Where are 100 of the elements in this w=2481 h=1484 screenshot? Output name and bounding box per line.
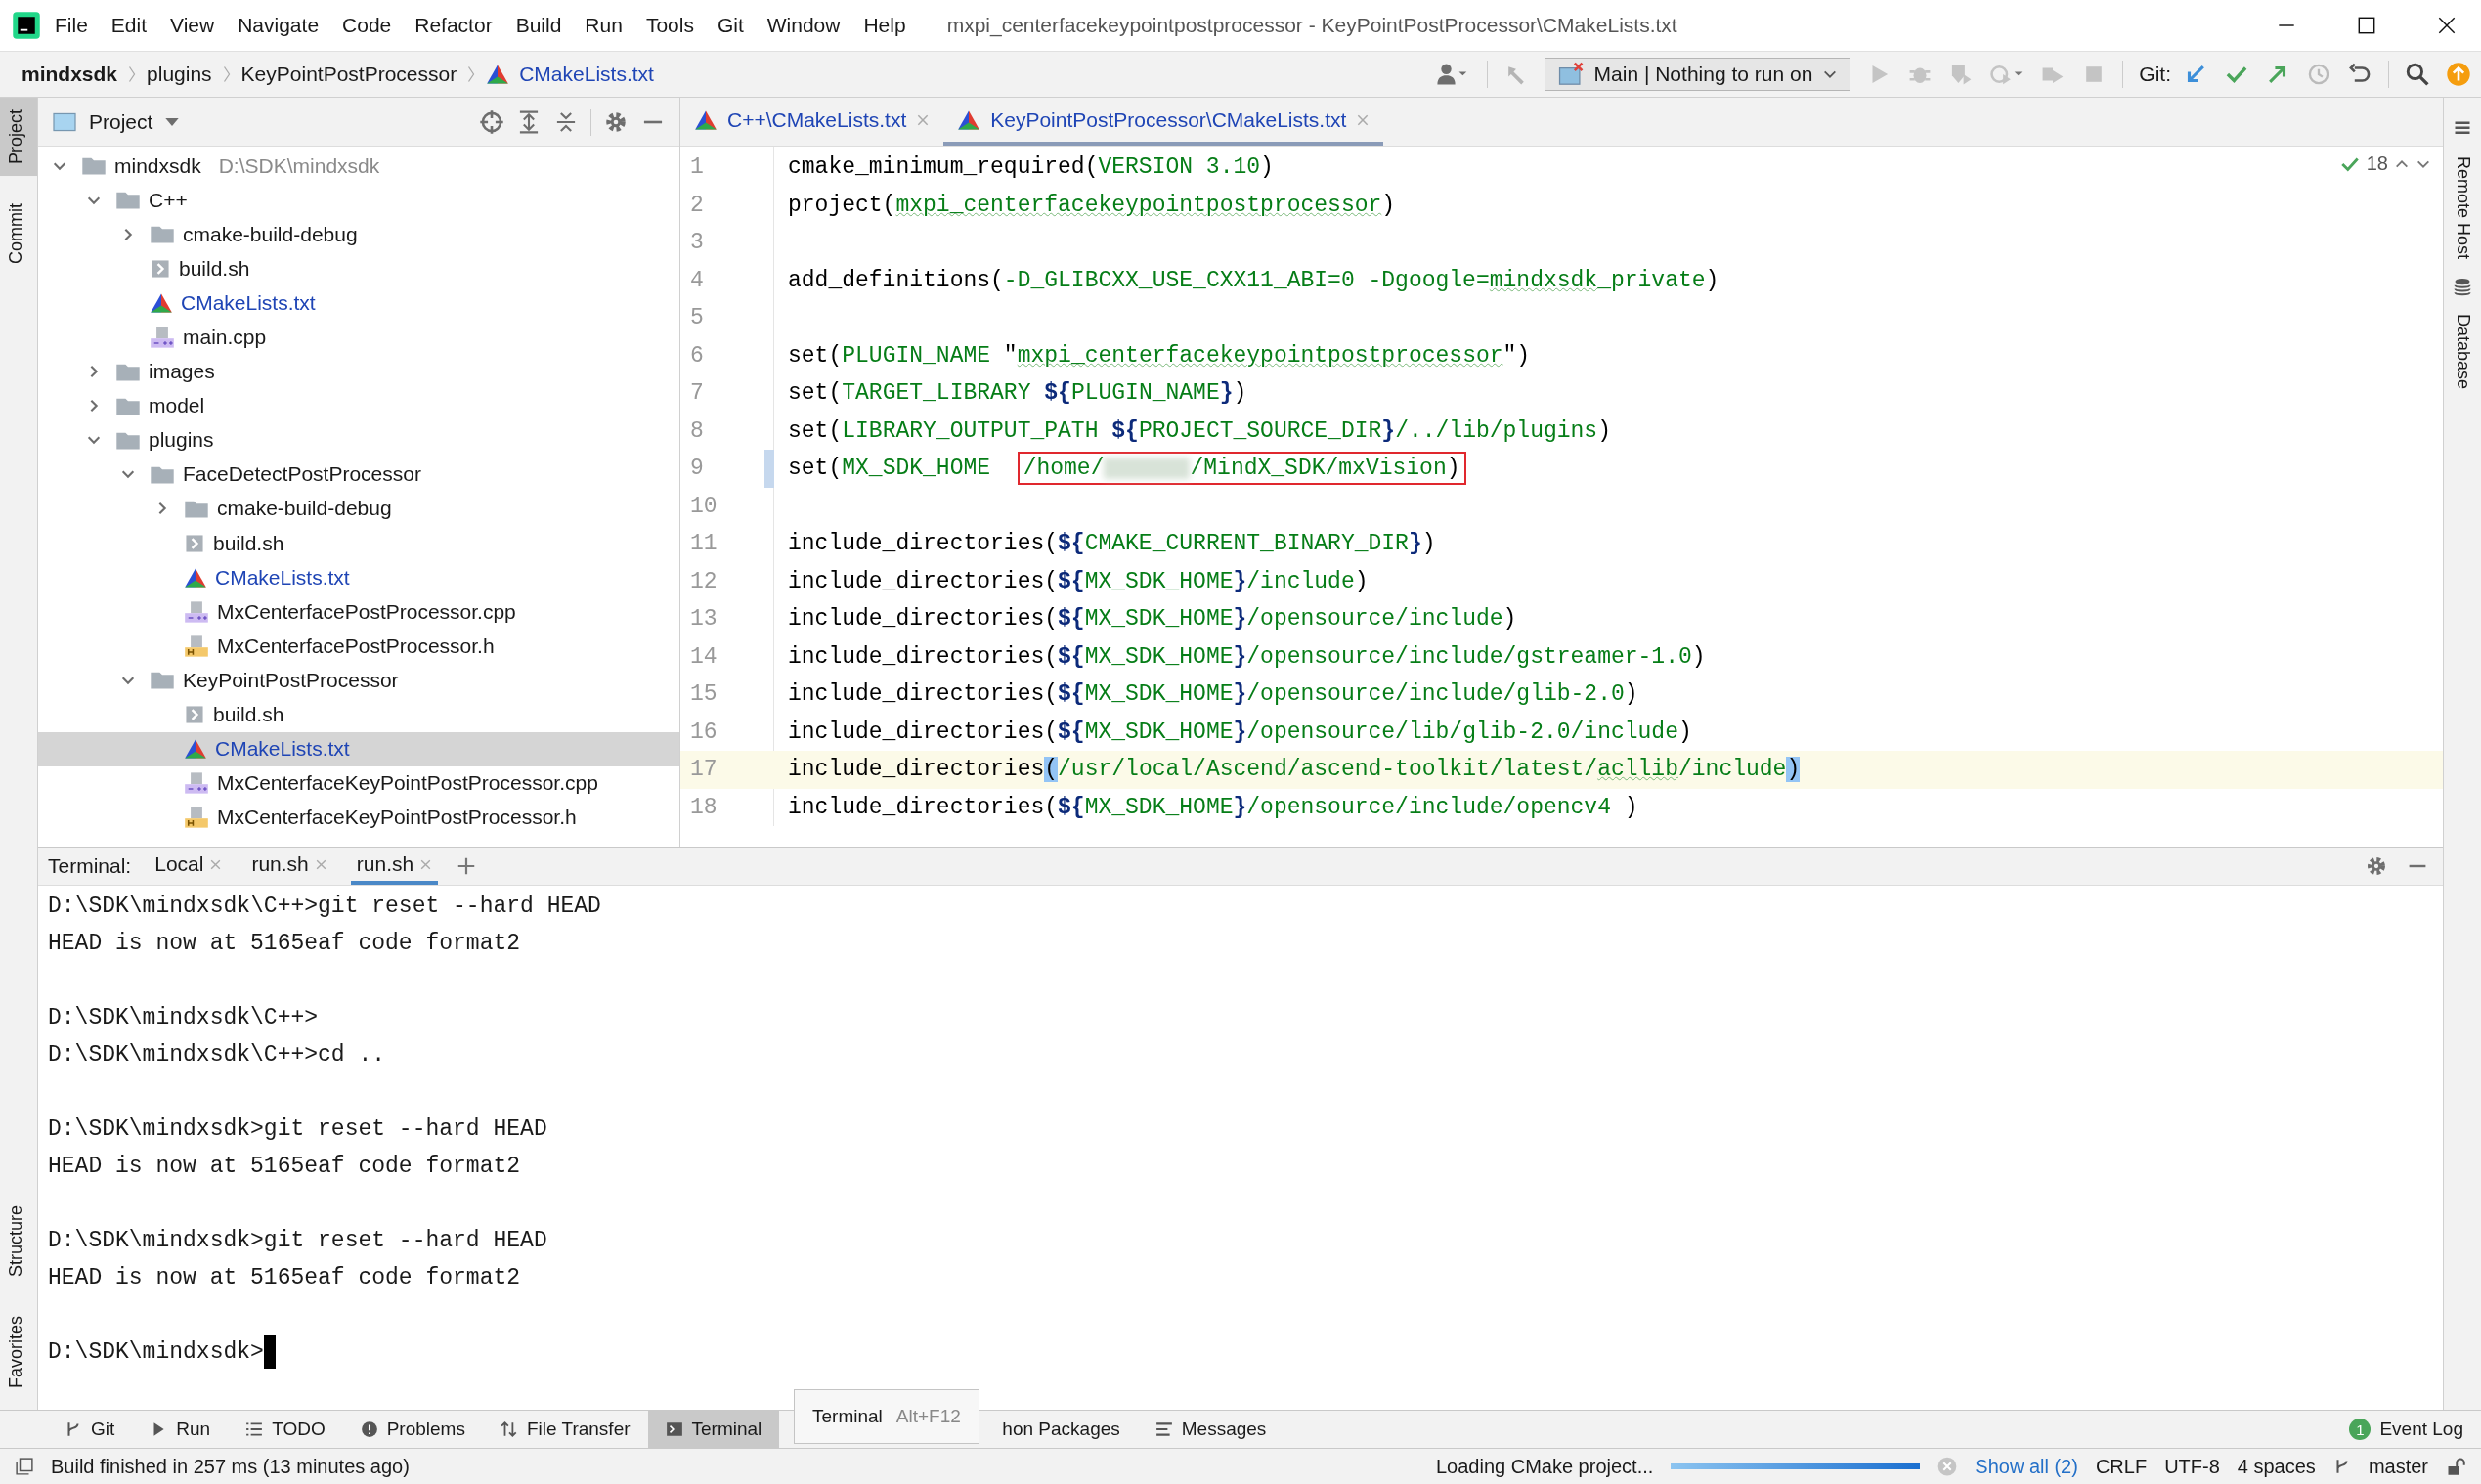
menu-item[interactable]: Code [342, 14, 392, 37]
git-label: Git: [2139, 63, 2171, 86]
code-token: ) [1677, 719, 1692, 745]
unlock-icon[interactable] [2446, 1457, 2465, 1476]
tool-window-tab[interactable]: Terminal [647, 1411, 780, 1448]
code-token: PLUGIN_NAME [842, 342, 992, 369]
maximize-icon[interactable] [2356, 15, 2377, 36]
breadcrumb[interactable]: KeyPointPostProcessor [240, 63, 457, 86]
indent-setting[interactable]: 4 spaces [2237, 1455, 2316, 1478]
menu-item[interactable]: Tools [645, 14, 694, 37]
close-icon[interactable] [2436, 15, 2458, 36]
tree-item[interactable]: model [38, 388, 679, 423]
tree-item[interactable]: build.sh [38, 526, 679, 561]
editor-tab[interactable]: C++\CMakeLists.txt [680, 98, 944, 146]
session-tab[interactable]: run.sh [245, 848, 333, 885]
tree-item[interactable]: MxCenterfaceKeyPointPostProcessor.cpp [38, 765, 679, 801]
line-number: 8 [689, 417, 705, 444]
tree-item[interactable]: MxCenterfacePostProcessor.cpp [38, 594, 679, 630]
breadcrumb[interactable]: mindxsdk [22, 63, 118, 86]
menu-item[interactable]: Git [717, 14, 744, 37]
breadcrumb[interactable]: CMakeLists.txt [519, 63, 654, 86]
tool-window-tab[interactable]: Remote Host [2446, 145, 2479, 272]
file-name: MxCenterfacePostProcessor.cpp [217, 599, 516, 624]
triangle-icon [957, 109, 981, 131]
tree-item[interactable]: MxCenterfaceKeyPointPostProcessor.h [38, 800, 679, 835]
menu-item[interactable]: View [170, 14, 215, 37]
menu-item[interactable]: Help [863, 14, 906, 37]
settings-icon[interactable] [2365, 854, 2388, 878]
tool-window-tab[interactable]: Run [132, 1411, 229, 1448]
code-token: ${ [1058, 681, 1085, 708]
tool-window-tab[interactable]: Messages [1137, 1411, 1284, 1448]
code-token: ${ [1058, 606, 1085, 633]
show-all-link[interactable]: Show all (2) [1975, 1455, 2078, 1478]
tree-item[interactable]: CMakeLists.txt [38, 560, 679, 595]
tree-item[interactable]: build.sh [38, 251, 679, 286]
cpp-file-icon [184, 599, 209, 624]
status-message: Build finished in 257 ms (13 minutes ago) [51, 1455, 410, 1478]
file-name: CMakeLists.txt [181, 290, 316, 315]
session-tab[interactable]: run.sh [350, 848, 439, 885]
tool-window-tab[interactable]: Structure [0, 1193, 37, 1288]
tree-item[interactable]: C++ [38, 183, 679, 218]
breadcrumb[interactable]: plugins [147, 63, 212, 86]
tree-item[interactable]: cmake-build-debug [38, 491, 679, 527]
run-config-dropdown[interactable]: Main | Nothing to run on [1544, 58, 1851, 91]
line-separator[interactable]: CRLF [2095, 1455, 2148, 1478]
tree-item[interactable]: images [38, 354, 679, 389]
tree-item[interactable]: CMakeLists.txt [38, 285, 679, 321]
file-name: cmake-build-debug [217, 497, 392, 521]
editor-tab[interactable]: KeyPointPostProcessor\CMakeLists.txt [943, 98, 1384, 146]
locate-icon[interactable] [479, 109, 504, 135]
code-token: LIBRARY_OUTPUT_PATH [842, 417, 1100, 444]
session-tab[interactable]: Local [149, 848, 229, 885]
tree-item[interactable]: build.sh [38, 697, 679, 732]
tree-item[interactable]: CMakeLists.txt [38, 731, 679, 766]
code-token: PROJECT_SOURCE_DIR [1138, 417, 1382, 444]
tool-window-tab[interactable]: Favorites [0, 1303, 37, 1400]
tool-window-tab[interactable]: Project [0, 98, 37, 177]
tree-item[interactable]: KeyPointPostProcessor [38, 663, 679, 698]
tool-window-tab[interactable]: TODO [228, 1411, 343, 1448]
line-number: 16 [689, 719, 718, 745]
tool-window-tab[interactable]: Problems [342, 1411, 483, 1448]
inspection-count[interactable]: 18 [2366, 153, 2388, 175]
database-icon[interactable] [2453, 277, 2472, 297]
menu-item[interactable]: Navigate [238, 14, 320, 37]
code-token: add_definitions( [788, 267, 1004, 293]
tree-item[interactable]: FaceDetectPostProcessor [38, 457, 679, 492]
tool-window-tab[interactable]: Database [2446, 302, 2479, 402]
menu-item[interactable]: Edit [110, 14, 148, 37]
code-token: include_directories( [788, 643, 1059, 670]
code-token: } [1233, 643, 1247, 670]
panel-title[interactable]: Project [89, 109, 153, 134]
code-token: ) [1597, 417, 1611, 444]
file-name: main.cpp [183, 326, 267, 349]
tool-window-tab[interactable]: Commit [0, 192, 37, 277]
line-number: 15 [689, 681, 718, 708]
tooltip-text: Terminal [812, 1406, 883, 1427]
tool-window-tab[interactable]: File Transfer [482, 1411, 648, 1448]
menu-item[interactable]: Refactor [414, 14, 493, 37]
tree-item[interactable]: mindxsdk D:\SDK\mindxsdk [38, 149, 679, 184]
tree-item[interactable]: main.cpp [38, 320, 679, 355]
menu-item[interactable]: Run [585, 14, 623, 37]
git-branch[interactable]: master [2368, 1455, 2428, 1478]
search-icon[interactable] [2405, 62, 2430, 87]
menu-item[interactable]: Window [766, 14, 841, 37]
tree-item[interactable]: cmake-build-debug [38, 217, 679, 252]
file-name: CMakeLists.txt [215, 565, 350, 589]
encoding[interactable]: UTF-8 [2164, 1455, 2220, 1478]
menu-item[interactable]: File [55, 14, 88, 37]
tool-window-tab[interactable]: Git [47, 1411, 133, 1448]
event-log-tab[interactable]: 1 Event Log [2331, 1411, 2481, 1448]
tree-item[interactable]: plugins [38, 422, 679, 458]
script-icon [184, 704, 205, 726]
code-token: } [1219, 380, 1234, 407]
tree-item[interactable]: MxCenterfacePostProcessor.h [38, 629, 679, 664]
layout-icon[interactable] [16, 1458, 33, 1475]
code-token: } [1233, 568, 1247, 594]
code-token: include_directories( [788, 568, 1059, 594]
code-token: ${ [1111, 417, 1139, 444]
tool-window-tab[interactable]: hon Packages [984, 1411, 1138, 1448]
menu-item[interactable]: Build [515, 14, 562, 37]
